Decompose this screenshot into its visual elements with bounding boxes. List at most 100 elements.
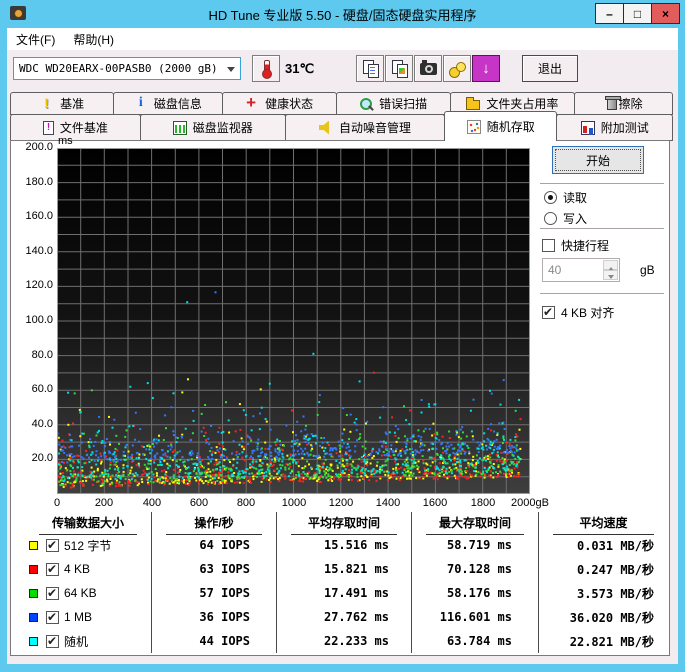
benchmark-icon [40, 95, 54, 111]
short-stroke-label: 快捷行程 [561, 239, 610, 253]
tab-label: 磁盘监视器 [192, 121, 253, 135]
tab-2-3[interactable]: 随机存取 [444, 111, 558, 141]
series-label: 1 MB [64, 610, 93, 624]
error-scan-icon [359, 97, 373, 111]
exit-button[interactable]: 退出 [522, 55, 578, 82]
spinner-up-button[interactable] [603, 260, 618, 271]
temperature-button[interactable] [252, 55, 280, 82]
tab-2-1[interactable]: 磁盘监视器 [139, 114, 286, 141]
table-row: 512 字节 64 IOPS15.516 ms58.719 ms 0.031 MB/… [25, 533, 668, 557]
tab-row-2: 文件基准 磁盘监视器 自动噪音管理 随机存取 附加测试 [10, 111, 673, 141]
drive-select[interactable]: WDC WD20EARX-00PASB0 (2000 gB) [13, 57, 241, 80]
tab-2-0[interactable]: 文件基准 [10, 114, 141, 141]
align-4kb-label: 4 KB 对齐 [561, 306, 615, 320]
tab-row-1: 基准 磁盘信息 健康状态 错误扫描 文件夹占用率 擦除 [10, 92, 673, 115]
spinner-down-button[interactable] [603, 270, 618, 280]
short-stroke-size-spinner[interactable]: 40 [542, 258, 620, 282]
radio-icon [544, 191, 557, 204]
avg-value: 22.233 ms [277, 629, 412, 653]
copy-text-button[interactable] [356, 55, 384, 82]
column-header: 平均速度 [539, 512, 668, 535]
series-color-swatch [29, 636, 38, 646]
access-time-scatter-chart [56, 147, 531, 495]
screenshot-button[interactable] [414, 55, 442, 82]
tab-label: 随机存取 [486, 120, 535, 134]
avg-value: 27.762 ms [277, 605, 412, 629]
disk-monitor-icon [172, 120, 187, 135]
align-4kb-checkbox[interactable]: 4 KB 对齐 [542, 304, 614, 321]
copy-image-icon [391, 60, 408, 78]
copy-image-button[interactable] [385, 55, 413, 82]
table-header-row: 传输数据大小 操作/秒 平均存取时间 最大存取时间 平均速度 [25, 512, 668, 535]
copy-text-icon [362, 60, 379, 78]
column-header: 操作/秒 [152, 512, 277, 535]
y-axis-tick-label: 40.0 [31, 418, 53, 430]
y-axis-tick-label: 100.0 [25, 314, 53, 326]
series-cell: 1 MB [25, 605, 152, 629]
speed-value: 0.247 MB/秒 [576, 562, 654, 577]
y-axis-tick-label: 20.0 [31, 452, 53, 464]
ops-value: 64 IOPS [152, 533, 277, 557]
tab-1-1[interactable]: 磁盘信息 [113, 92, 223, 115]
thermometer-icon [258, 60, 274, 79]
menu-item-0[interactable]: 文件(F) [7, 29, 64, 50]
disk-info-icon [134, 95, 148, 111]
tab-label: 附加测试 [600, 121, 649, 135]
series-color-swatch [29, 540, 38, 550]
series-checkbox[interactable] [46, 538, 59, 552]
separator [540, 183, 664, 185]
short-stroke-unit-label: gB [640, 263, 655, 277]
short-stroke-checkbox[interactable]: 快捷行程 [542, 237, 609, 254]
y-axis-tick-label: 200.0 [25, 141, 53, 153]
tab-label: 文件夹占用率 [486, 97, 559, 111]
write-radio[interactable]: 写入 [544, 210, 587, 227]
tab-label: 磁盘信息 [153, 97, 202, 111]
series-checkbox[interactable] [46, 610, 59, 624]
start-button[interactable]: 开始 [552, 146, 644, 174]
y-axis-tick-label: 120.0 [25, 279, 53, 291]
y-axis-tick-label: 180.0 [25, 176, 53, 188]
temperature-value: 31℃ [285, 61, 315, 76]
minimize-button[interactable]: – [595, 3, 624, 24]
speed-value: 0.031 MB/秒 [576, 538, 654, 553]
read-radio[interactable]: 读取 [544, 189, 587, 206]
speed-value: 3.573 MB/秒 [576, 586, 654, 601]
maximize-button[interactable]: □ [623, 3, 652, 24]
title-bar: HD Tune 专业版 5.50 - 硬盘/固态硬盘实用程序 – □ × [0, 0, 685, 28]
column-header-label: 最大存取时间 [426, 512, 524, 535]
tab-label: 擦除 [618, 97, 643, 111]
table-row: 随机 44 IOPS22.233 ms63.784 ms 22.821 MB/秒 [25, 629, 668, 653]
tab-2-4[interactable]: 附加测试 [556, 114, 673, 141]
table-row: 1 MB 36 IOPS27.762 ms116.601 ms 36.020 MB/… [25, 605, 668, 629]
checkbox-icon [542, 305, 555, 319]
y-axis-tick-label: 80.0 [31, 349, 53, 361]
options-button[interactable]: ↓ [472, 55, 500, 82]
series-checkbox[interactable] [46, 634, 59, 648]
checkbox-icon [542, 239, 555, 252]
series-checkbox[interactable] [46, 586, 59, 600]
tab-1-2[interactable]: 健康状态 [221, 92, 337, 115]
tab-1-5[interactable]: 擦除 [574, 92, 673, 115]
column-header-label: 传输数据大小 [39, 512, 137, 535]
ops-value: 63 IOPS [152, 557, 277, 581]
screenshot-icon [419, 59, 437, 75]
read-radio-label: 读取 [563, 191, 588, 205]
menu-item-1[interactable]: 帮助(H) [64, 29, 123, 50]
x-axis-tick-label: 2000gB [511, 497, 549, 509]
aam-icon [318, 120, 330, 135]
max-value: 116.601 ms [412, 605, 539, 629]
tab-label: 自动噪音管理 [338, 121, 411, 135]
series-cell: 随机 [25, 629, 152, 653]
results-table: 传输数据大小操作/秒平均存取时间最大存取时间平均速度512 字节64 IOPS1… [25, 512, 668, 653]
tab-2-2[interactable]: 自动噪音管理 [284, 114, 446, 141]
series-label: 随机 [64, 634, 89, 649]
tab-1-3[interactable]: 错误扫描 [335, 92, 451, 115]
series-color-swatch [29, 588, 38, 598]
series-label: 4 KB [64, 562, 91, 576]
save-results-button[interactable] [443, 55, 471, 82]
column-header-label: 平均速度 [553, 512, 654, 535]
tab-1-0[interactable]: 基准 [10, 92, 115, 115]
series-cell: 4 KB [25, 557, 152, 581]
close-button[interactable]: × [651, 3, 680, 24]
series-checkbox[interactable] [46, 562, 59, 576]
